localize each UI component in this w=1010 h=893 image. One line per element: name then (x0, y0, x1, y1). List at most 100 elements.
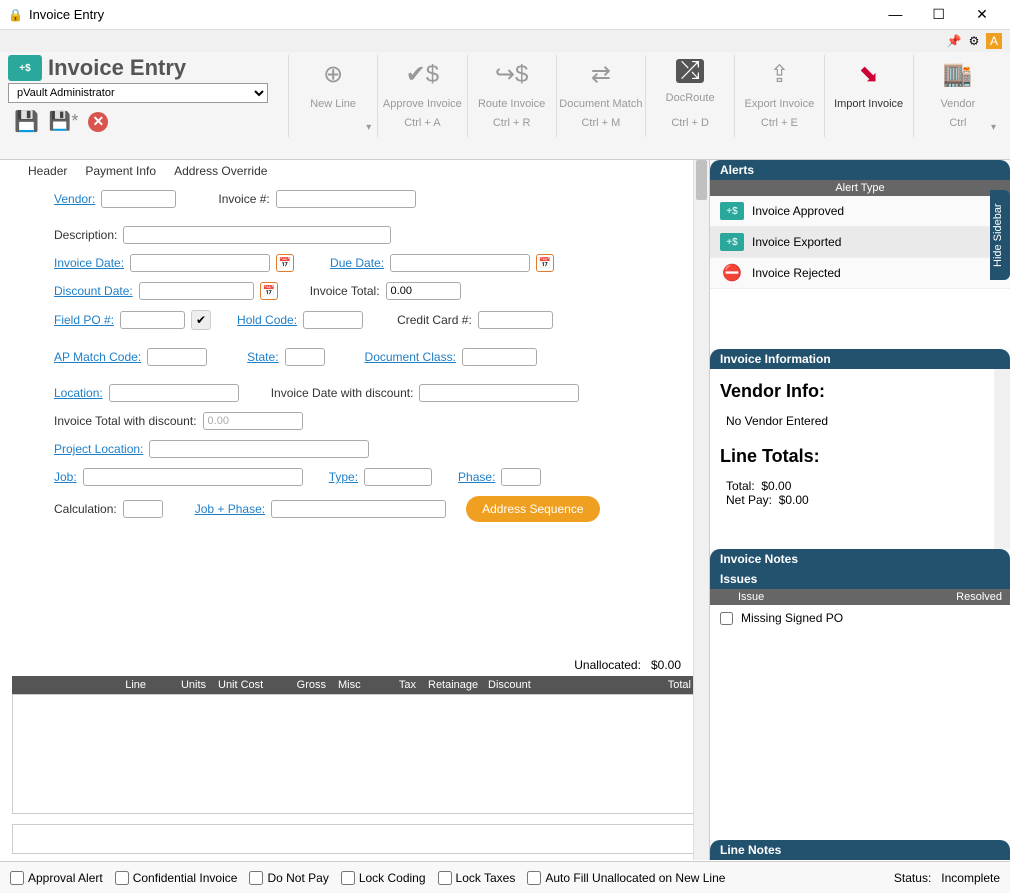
status-label: Status: (894, 871, 931, 885)
issue-checkbox[interactable] (720, 612, 733, 625)
calculation-input[interactable] (123, 500, 163, 518)
calendar-icon[interactable]: 📅 (536, 254, 554, 272)
confidential-checkbox[interactable]: Confidential Invoice (115, 871, 238, 885)
vendor-button[interactable]: 🏬 Vendor Ctrl ▾ (913, 55, 1002, 137)
due-date-input[interactable] (390, 254, 530, 272)
vendor-label[interactable]: Vendor: (54, 192, 95, 206)
pin-icon[interactable]: 📌 (946, 33, 962, 49)
cancel-icon[interactable]: ✕ (88, 112, 108, 132)
gear-icon[interactable]: ⚙ (966, 33, 982, 49)
doc-class-label[interactable]: Document Class: (365, 350, 456, 364)
rejected-icon: ⛔ (720, 264, 744, 282)
tab-address-override[interactable]: Address Override (174, 164, 267, 178)
match-icon: ⇄ (591, 59, 611, 89)
lock-taxes-checkbox[interactable]: Lock Taxes (438, 871, 516, 885)
project-location-label[interactable]: Project Location: (54, 442, 143, 456)
hide-sidebar-tab[interactable]: Hide Sidebar (990, 190, 1010, 280)
type-input[interactable] (364, 468, 432, 486)
calculation-label: Calculation: (54, 502, 117, 516)
ap-match-input[interactable] (147, 348, 207, 366)
scrollbar[interactable] (693, 160, 709, 860)
invoice-num-label: Invoice #: (218, 192, 269, 206)
credit-card-input[interactable] (478, 311, 553, 329)
approve-icon: ✔$ (406, 59, 439, 89)
alerts-header: Alerts (710, 160, 1010, 180)
doc-class-input[interactable] (462, 348, 537, 366)
description-input[interactable] (123, 226, 391, 244)
tab-payment-info[interactable]: Payment Info (85, 164, 156, 178)
exported-icon: +$ (720, 233, 744, 251)
route-invoice-button[interactable]: ↪$ Route Invoice Ctrl + R (467, 55, 556, 137)
project-location-input[interactable] (149, 440, 369, 458)
unallocated-value: $0.00 (651, 658, 681, 672)
titlebar: 🔒 Invoice Entry — ☐ ✕ (0, 0, 1010, 30)
job-phase-input[interactable] (271, 500, 446, 518)
grid-body[interactable] (12, 694, 697, 814)
vendor-input[interactable] (101, 190, 176, 208)
menubar: 📌 ⚙ A (0, 30, 1010, 52)
inv-date-disc-input[interactable] (419, 384, 579, 402)
chevron-down-icon[interactable]: ▾ (366, 122, 371, 133)
line-notes-header: Line Notes (710, 840, 1010, 860)
app-icon: +$ (8, 55, 42, 81)
invoice-total-label: Invoice Total: (310, 284, 380, 298)
invoice-num-input[interactable] (276, 190, 416, 208)
job-label[interactable]: Job: (54, 470, 77, 484)
annotation-icon[interactable]: A (986, 33, 1002, 49)
statusbar: Approval Alert Confidential Invoice Do N… (0, 861, 1010, 893)
field-po-input[interactable] (120, 311, 185, 329)
phase-input[interactable] (501, 468, 541, 486)
autofill-checkbox[interactable]: Auto Fill Unallocated on New Line (527, 871, 725, 885)
docroute-button[interactable]: ⤮ DocRoute Ctrl + D (645, 55, 734, 137)
calendar-icon[interactable]: 📅 (260, 282, 278, 300)
issues-header: Issues (710, 569, 1010, 589)
bottom-text-input[interactable] (12, 824, 697, 854)
issue-row[interactable]: Missing Signed PO (710, 605, 1010, 631)
tab-header[interactable]: Header (28, 164, 67, 178)
inv-total-disc-input[interactable] (203, 412, 303, 430)
scrollbar[interactable] (994, 369, 1010, 549)
state-label[interactable]: State: (247, 350, 278, 364)
invoice-info-header: Invoice Information (710, 349, 1010, 369)
phase-label[interactable]: Phase: (458, 470, 495, 484)
alert-exported[interactable]: +$ Invoice Exported (710, 227, 1010, 258)
invoice-date-input[interactable] (130, 254, 270, 272)
save-icon[interactable]: 💾 (14, 109, 39, 134)
invoice-date-label[interactable]: Invoice Date: (54, 256, 124, 270)
export-invoice-button[interactable]: ⇪ Export Invoice Ctrl + E (734, 55, 823, 137)
hold-code-label[interactable]: Hold Code: (237, 313, 297, 327)
maximize-button[interactable]: ☐ (919, 1, 959, 29)
invoice-total-input[interactable] (386, 282, 461, 300)
state-input[interactable] (285, 348, 325, 366)
lock-coding-checkbox[interactable]: Lock Coding (341, 871, 426, 885)
do-not-pay-checkbox[interactable]: Do Not Pay (249, 871, 328, 885)
save-stamp-icon[interactable]: 💾* (49, 111, 78, 132)
discount-date-input[interactable] (139, 282, 254, 300)
address-sequence-button[interactable]: Address Sequence (466, 496, 599, 522)
user-select[interactable]: pVault Administrator (8, 83, 268, 103)
type-label[interactable]: Type: (329, 470, 358, 484)
new-line-button[interactable]: ⊕ New Line ▾ (288, 55, 377, 137)
import-invoice-button[interactable]: ⬊ Import Invoice (824, 55, 913, 137)
discount-date-label[interactable]: Discount Date: (54, 284, 133, 298)
job-input[interactable] (83, 468, 303, 486)
alert-rejected[interactable]: ⛔ Invoice Rejected (710, 258, 1010, 289)
ap-match-label[interactable]: AP Match Code: (54, 350, 141, 364)
vendor-icon: 🏬 (943, 59, 973, 89)
chevron-down-icon[interactable]: ▾ (991, 122, 996, 133)
close-button[interactable]: ✕ (962, 1, 1002, 29)
due-date-label[interactable]: Due Date: (330, 256, 384, 270)
location-label[interactable]: Location: (54, 386, 103, 400)
alert-approved[interactable]: +$ Invoice Approved (710, 196, 1010, 227)
minimize-button[interactable]: — (875, 0, 915, 28)
approve-invoice-button[interactable]: ✔$ Approve Invoice Ctrl + A (377, 55, 466, 137)
check-icon[interactable]: ✔ (191, 310, 211, 330)
document-match-button[interactable]: ⇄ Document Match Ctrl + M (556, 55, 645, 137)
job-phase-label[interactable]: Job + Phase: (195, 502, 265, 516)
calendar-icon[interactable]: 📅 (276, 254, 294, 272)
field-po-label[interactable]: Field PO #: (54, 313, 114, 327)
docroute-icon: ⤮ (676, 59, 704, 83)
hold-code-input[interactable] (303, 311, 363, 329)
location-input[interactable] (109, 384, 239, 402)
approval-alert-checkbox[interactable]: Approval Alert (10, 871, 103, 885)
